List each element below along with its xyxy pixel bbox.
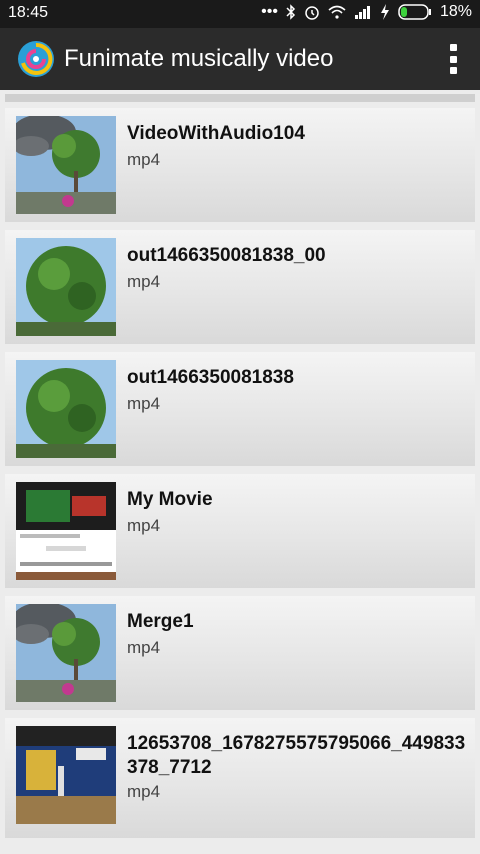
video-name: 12653708_1678275575795066_449833378_7712 [127,733,466,778]
video-item-2[interactable]: out1466350081838_00 mp4 [5,230,475,344]
video-thumbnail [16,726,116,824]
battery-percentage: 18% [439,3,472,20]
charging-icon [380,4,390,20]
wifi-icon [328,5,346,19]
battery-icon [398,4,432,20]
video-thumbnail [16,238,116,336]
signal-icon [354,5,372,19]
video-list[interactable]: VideoWithAudio104 mp4 out1466350081838_0… [5,94,475,854]
video-type: mp4 [127,272,161,291]
video-type: mp4 [127,516,161,535]
video-thumbnail [16,360,116,458]
status-icons: ••• 18% [261,3,472,21]
video-name: out1466350081838_00 [127,245,326,266]
video-thumbnail [16,604,116,702]
video-name: My Movie [127,489,213,510]
video-item-3[interactable]: out1466350081838 mp4 [5,352,475,466]
video-type: mp4 [127,782,161,801]
status-bar: 18:45 ••• 18% [0,0,480,28]
video-item-1[interactable]: VideoWithAudio104 mp4 [5,108,475,222]
more-dots-icon: ••• [261,3,278,20]
list-top-edge [5,94,475,102]
bluetooth-icon [286,4,296,20]
video-thumbnail [16,116,116,214]
video-type: mp4 [127,150,161,169]
video-type: mp4 [127,394,161,413]
video-name: out1466350081838 [127,367,294,388]
status-time: 18:45 [8,4,49,21]
video-item-6[interactable]: 12653708_1678275575795066_449833378_7712… [5,718,475,838]
app-toolbar: Funimate musically video [0,28,480,90]
video-type: mp4 [127,638,161,657]
alarm-icon [304,4,320,20]
video-name: Merge1 [127,611,194,632]
video-thumbnail [16,482,116,580]
video-item-5[interactable]: Merge1 mp4 [5,596,475,710]
app-title: Funimate musically video [64,45,334,72]
video-name: VideoWithAudio104 [127,123,305,144]
video-item-4[interactable]: My Movie mp4 [5,474,475,588]
app-logo-icon [16,39,56,79]
overflow-menu-icon[interactable] [446,44,460,74]
